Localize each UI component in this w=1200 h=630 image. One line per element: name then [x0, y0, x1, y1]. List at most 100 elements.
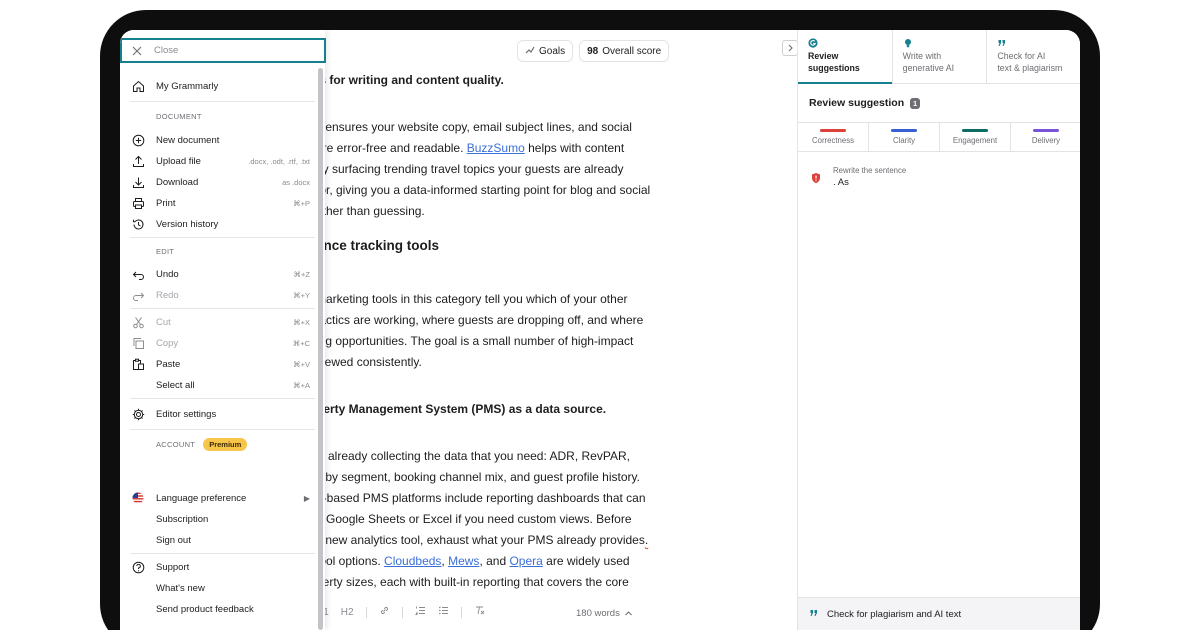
tab-ai-plagiarism[interactable]: Check for AI text & plagiarism [987, 30, 1080, 83]
menu-item-paste[interactable]: Paste ⌘+V [130, 354, 310, 374]
quote-icon [809, 608, 819, 621]
doc-line: tool options. Cloudbeds, Mews, and Opera… [316, 554, 630, 568]
menu-item-new-document[interactable]: New document [130, 130, 310, 150]
word-count-label: 180 words [576, 608, 620, 619]
doc-line: d-based PMS platforms include reporting … [316, 491, 646, 505]
us-flag-icon [130, 490, 146, 506]
review-suggestion-title: Review suggestion 1 [809, 97, 921, 109]
menu-item-select-all[interactable]: Select all ⌘+A [130, 375, 310, 395]
toolbar-divider [460, 606, 462, 618]
bulleted-list-icon[interactable] [438, 605, 449, 619]
menu-item-download[interactable]: Download as .docx [130, 172, 310, 192]
redo-icon [130, 287, 146, 303]
suggestion-text: . As [833, 177, 849, 188]
menu-item-my-grammarly[interactable]: My Grammarly [130, 76, 310, 96]
link-buzzsumo[interactable]: BuzzSumo [467, 141, 525, 155]
suggestion-card[interactable]: Rewrite the sentence . As [809, 166, 906, 188]
menu-item-redo[interactable]: Redo ⌘+Y [130, 285, 310, 305]
caret-right-icon: ▶ [303, 493, 310, 503]
premium-badge: Premium [203, 438, 248, 451]
collapse-sidebar-button[interactable] [782, 40, 798, 56]
doc-line: viewed consistently. [316, 355, 422, 369]
goals-label: Goals [539, 45, 566, 57]
menu-divider [130, 398, 315, 399]
close-icon [132, 46, 142, 55]
menu-item-undo[interactable]: Undo ⌘+Z [130, 264, 310, 284]
upload-icon [130, 153, 146, 169]
doc-paragraph-heading: ls for writing and content quality. [316, 73, 504, 87]
doc-line: tactics are working, where guests are dr… [316, 313, 644, 327]
clipboard-icon [130, 356, 146, 372]
history-icon [130, 216, 146, 232]
doc-line: ather than guessing. [316, 204, 425, 218]
link-cloudbeds[interactable]: Cloudbeds [384, 554, 441, 568]
doc-line: y by segment, booking channel mix, and g… [316, 470, 640, 484]
menu-divider [130, 101, 315, 102]
overall-score-button[interactable]: 98 Overall score [579, 40, 670, 62]
menu-item-upload-file[interactable]: Upload file .docx, .odt, .rtf, .txt [130, 151, 310, 171]
correctness-alert-icon [809, 171, 823, 185]
menu-item-copy[interactable]: Copy ⌘+C [130, 333, 310, 353]
menu-item-sign-out[interactable]: Sign out [130, 530, 310, 550]
menu-scrollbar[interactable] [318, 68, 323, 630]
printer-icon [130, 195, 146, 211]
scissors-icon [130, 314, 146, 330]
menu-item-print[interactable]: Print ⌘+P [130, 193, 310, 213]
copy-icon [130, 335, 146, 351]
link-opera[interactable]: Opera [509, 554, 542, 568]
menu-divider [130, 429, 315, 430]
link-mews[interactable]: Mews [448, 554, 479, 568]
heading2-button[interactable]: H2 [341, 607, 354, 618]
link-icon[interactable] [379, 605, 390, 619]
menu-item-version-history[interactable]: Version history [130, 214, 310, 234]
plus-circle-icon [130, 132, 146, 148]
category-bar [1033, 129, 1059, 132]
category-engagement[interactable]: Engagement [940, 123, 1011, 151]
flagged-text[interactable]: . [645, 533, 648, 547]
word-count-button[interactable]: 180 words [576, 608, 633, 619]
doc-line: is already collecting the data that you … [316, 449, 630, 463]
category-delivery[interactable]: Delivery [1011, 123, 1080, 151]
help-circle-icon [130, 559, 146, 575]
lightbulb-icon [903, 38, 977, 48]
overall-score-value: 98 [587, 45, 599, 57]
section-label-document: DOCUMENT [156, 112, 202, 121]
chevron-up-icon [624, 611, 632, 616]
goals-bar: Goals 98 Overall score [517, 40, 670, 62]
tab-review-suggestions[interactable]: Review suggestions [798, 30, 893, 84]
doc-line: o Google Sheets or Excel if you need cus… [316, 512, 632, 526]
doc-line: ing opportunities. The goal is a small n… [316, 334, 634, 348]
menu-item-cut[interactable]: Cut ⌘+X [130, 312, 310, 332]
category-bar [891, 129, 917, 132]
category-bar [820, 129, 846, 132]
quote-icon [997, 38, 1071, 48]
menu-item-editor-settings[interactable]: Editor settings [130, 404, 310, 424]
menu-item-send-feedback[interactable]: Send product feedback [130, 599, 310, 619]
doc-line: y ensures your website copy, email subje… [316, 117, 632, 138]
clear-format-icon[interactable] [474, 605, 485, 619]
sidebar-tabs: Review suggestions Write with generative… [798, 30, 1080, 84]
doc-line: marketing tools in this category tell yo… [316, 292, 628, 306]
menu-item-language-preference[interactable]: Language preference ▶ [130, 488, 310, 508]
main-menu: Close My Grammarly DOCUMENT New document… [120, 30, 326, 630]
doc-line: y new analytics tool, exhaust what your … [316, 533, 649, 547]
numbered-list-icon[interactable] [414, 605, 426, 619]
category-clarity[interactable]: Clarity [869, 123, 940, 151]
menu-item-subscription[interactable]: Subscription [130, 509, 310, 529]
plagiarism-check-bar[interactable]: Check for plagiarism and AI text [798, 597, 1080, 630]
toolbar-divider [365, 606, 367, 618]
menu-item-support[interactable]: Support [130, 557, 310, 577]
menu-item-whats-new[interactable]: What's new [130, 578, 310, 598]
suggestion-count-badge: 1 [910, 97, 921, 109]
goals-button[interactable]: Goals [517, 40, 574, 62]
home-icon [130, 78, 146, 94]
doc-line: are error-free and readable. BuzzSumo he… [316, 141, 625, 155]
section-label-account: ACCOUNT Premium [156, 438, 248, 451]
category-correctness[interactable]: Correctness [798, 123, 869, 151]
doc-heading: ance tracking tools [316, 238, 440, 253]
suggestion-type: Rewrite the sentence [833, 166, 907, 175]
gear-icon [130, 406, 146, 422]
grammarly-logo-icon [808, 38, 882, 48]
close-menu-button[interactable]: Close [120, 38, 326, 63]
tab-generative-ai[interactable]: Write with generative AI [893, 30, 988, 83]
